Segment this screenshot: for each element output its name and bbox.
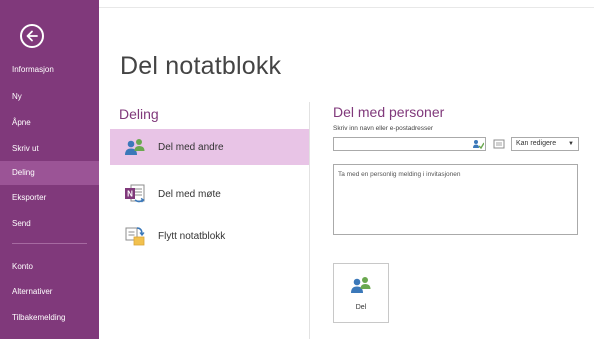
move-notebook-icon (125, 227, 145, 246)
backstage-sidebar: Informasjon Ny Åpne Skriv ut Deling Eksp… (0, 0, 99, 339)
name-email-input[interactable] (333, 137, 486, 151)
share-panel-heading: Del med personer (333, 104, 445, 120)
share-button-label: Del (355, 304, 367, 311)
check-names-icon[interactable] (472, 138, 484, 150)
sidebar-item-tilbakemelding[interactable]: Tilbakemelding (0, 306, 99, 330)
svg-text:N: N (127, 190, 133, 199)
back-button[interactable] (20, 24, 44, 48)
share-button[interactable]: Del (333, 263, 389, 323)
onenote-meeting-icon: N (125, 184, 145, 203)
sidebar-item-apne[interactable]: Åpne (0, 111, 99, 135)
permission-value: Kan redigere (516, 140, 557, 147)
people-icon (125, 139, 145, 155)
panel-divider (309, 102, 310, 339)
top-strip (99, 0, 594, 8)
option-label: Del med møte (158, 188, 221, 200)
arrow-left-icon (26, 30, 38, 42)
sidebar-item-konto[interactable]: Konto (0, 255, 99, 279)
sidebar-item-ny[interactable]: Ny (0, 85, 99, 109)
option-del-med-mote[interactable]: N Del med møte (110, 176, 309, 212)
sidebar-item-alternativer[interactable]: Alternativer (0, 280, 99, 304)
name-field-label: Skriv inn navn eller e-postadresser (333, 125, 434, 132)
address-book-icon[interactable] (493, 138, 505, 150)
sidebar-item-skriv-ut[interactable]: Skriv ut (0, 137, 99, 161)
option-label: Del med andre (158, 141, 224, 153)
chevron-down-icon: ▼ (568, 141, 574, 147)
option-flytt-notatblokk[interactable]: Flytt notatblokk (110, 218, 309, 254)
option-label: Flytt notatblokk (158, 230, 226, 242)
page-title: Del notatblokk (120, 52, 282, 80)
personal-message-input[interactable]: Ta med en personlig melding i invitasjon… (333, 164, 578, 235)
section-heading-deling: Deling (119, 106, 159, 122)
sidebar-item-eksporter[interactable]: Eksporter (0, 186, 99, 210)
sidebar-item-informasjon[interactable]: Informasjon (0, 58, 99, 82)
sidebar-item-send[interactable]: Send (0, 212, 99, 236)
permission-dropdown[interactable]: Kan redigere ▼ (511, 137, 579, 151)
people-icon (351, 277, 371, 293)
sidebar-divider (12, 243, 87, 244)
option-del-med-andre[interactable]: Del med andre (110, 129, 309, 165)
sidebar-item-deling[interactable]: Deling (0, 161, 99, 185)
